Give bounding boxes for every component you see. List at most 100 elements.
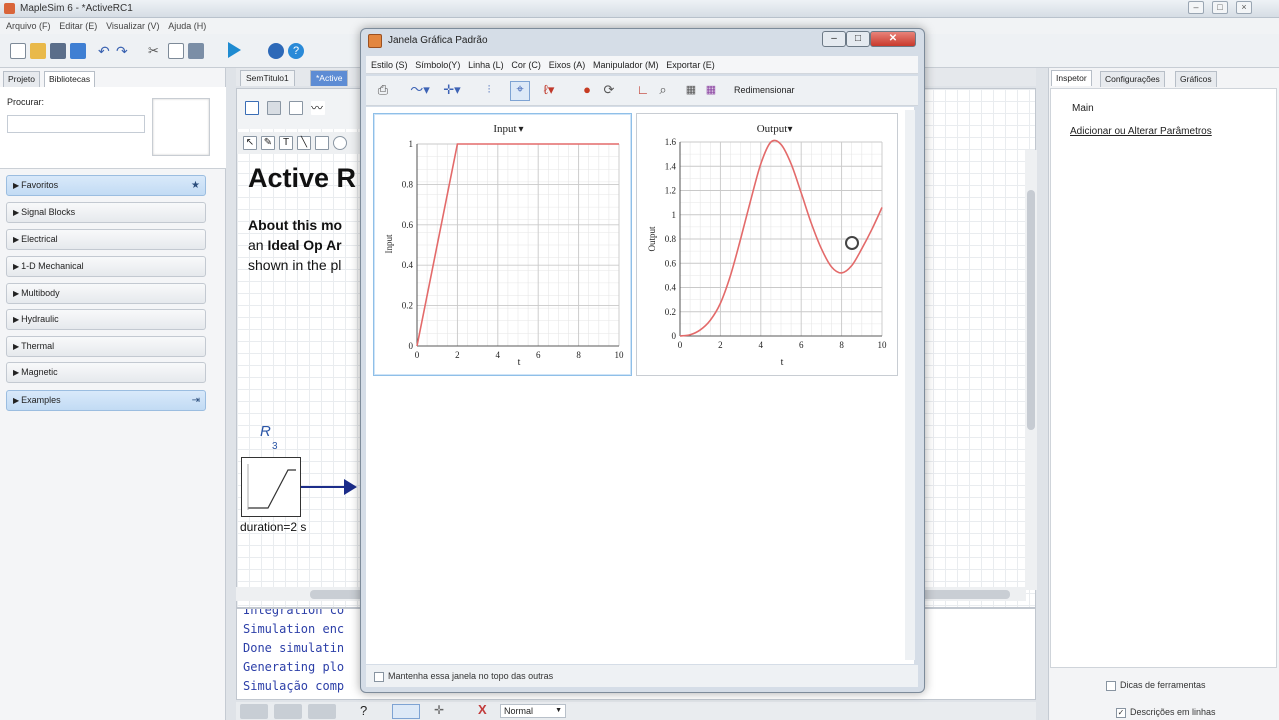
menu-estilo[interactable]: Estilo (S) xyxy=(371,60,408,70)
help-icon[interactable]: ? xyxy=(360,703,367,718)
tab-active[interactable]: *Active xyxy=(310,70,349,86)
scroll-thumb[interactable] xyxy=(1027,190,1035,430)
pen-icon[interactable]: ✎ xyxy=(261,136,275,150)
axes-style-icon[interactable]: ℓ▾ xyxy=(536,83,562,97)
library-item-favoritos[interactable]: ▶ Favoritos ★ xyxy=(6,175,206,196)
menu-manipulador[interactable]: Manipulador (M) xyxy=(593,60,659,70)
search-input[interactable] xyxy=(7,115,145,133)
library-item-electrical[interactable]: ▶ Electrical xyxy=(6,229,206,250)
save-icon[interactable] xyxy=(50,43,66,59)
delete-icon[interactable]: X xyxy=(478,702,487,717)
minimize-icon[interactable]: – xyxy=(822,31,846,47)
menu-editar[interactable]: Editar (E) xyxy=(59,21,97,31)
tab-projeto[interactable]: Projeto xyxy=(3,71,40,87)
main-titlebar: MapleSim 6 - *ActiveRC1 – □ × xyxy=(0,0,1279,18)
resize-button[interactable]: Redimensionar xyxy=(734,85,795,95)
print-icon[interactable]: ⎙ xyxy=(376,83,390,97)
x-tick-label: 4 xyxy=(496,350,501,360)
edit-parameters-link[interactable]: Adicionar ou Alterar Parâmetros xyxy=(1070,126,1212,137)
menu-visualizar[interactable]: Visualizar (V) xyxy=(106,21,159,31)
document-icon[interactable] xyxy=(289,101,303,115)
menu-eixos[interactable]: Eixos (A) xyxy=(549,60,586,70)
pointer-icon[interactable]: ↖ xyxy=(243,136,257,150)
library-item-hydraulic[interactable]: ▶ Hydraulic xyxy=(6,309,206,330)
view-3-icon[interactable] xyxy=(308,704,336,719)
y-tick-label: 0.2 xyxy=(402,301,413,311)
plot-icon[interactable]: 〰 xyxy=(311,101,325,115)
cut-icon[interactable]: ✂ xyxy=(148,43,164,59)
point-probe-icon[interactable]: ⌖ xyxy=(510,81,530,101)
library-item-1d-mechanical[interactable]: ▶ 1-D Mechanical xyxy=(6,256,206,277)
grid-view-icon[interactable] xyxy=(245,101,259,115)
zoom-icon[interactable]: ⌕ xyxy=(656,83,670,97)
menu-arquivo[interactable]: Arquivo (F) xyxy=(6,21,51,31)
checkbox-checked-icon[interactable]: ✓ xyxy=(1116,707,1126,718)
checkbox-tooltips[interactable]: Dicas de ferramentas xyxy=(1106,680,1206,691)
new-file-icon[interactable] xyxy=(10,43,26,59)
chevron-down-icon: ▾ xyxy=(787,124,792,135)
view-2-icon[interactable] xyxy=(274,704,302,719)
close-icon[interactable]: ✕ xyxy=(870,31,916,47)
x-axis-label: t xyxy=(518,357,521,368)
menu-exportar[interactable]: Exportar (E) xyxy=(666,60,715,70)
undo-icon[interactable]: ↶ xyxy=(98,43,114,59)
line-style-icon[interactable]: ～▾ xyxy=(406,83,434,97)
axes-icon[interactable]: ∟ xyxy=(636,83,650,97)
y-tick-label: 0.4 xyxy=(402,260,414,270)
probe-cursor-icon[interactable] xyxy=(845,236,859,250)
tab-inspetor[interactable]: Inspetor xyxy=(1051,70,1092,86)
minimize-icon[interactable]: – xyxy=(1188,1,1204,14)
expand-arrow-icon: ▶ xyxy=(13,396,20,405)
text-tool-icon[interactable]: T xyxy=(279,136,293,150)
input-plot-panel[interactable]: Input ▾ Input t 0 2 4 6 8 10 0 0.2 0.4 0.6 0.8 1 xyxy=(373,113,632,376)
library-item-multibody[interactable]: ▶ Multibody xyxy=(6,283,206,304)
line-tool-icon[interactable]: ╲ xyxy=(297,136,311,150)
menu-simbolo[interactable]: Símbolo(Y) xyxy=(415,60,460,70)
copy-icon[interactable] xyxy=(168,43,184,59)
open-folder-icon[interactable] xyxy=(30,43,46,59)
inspector-content xyxy=(1050,88,1277,668)
graph-toolbar: ⎙ ～▾ ✛▾ ⫶ ⌖ ℓ▾ ● ⟳ ∟ ⌕ ▦ ▦ xyxy=(366,76,918,106)
grid-icon[interactable]: ▦ xyxy=(684,83,698,97)
library-item-magnetic[interactable]: ▶ Magnetic xyxy=(6,362,206,383)
canvas-vscrollbar[interactable] xyxy=(1025,150,1037,590)
tab-semtitulo1[interactable]: SemTitulo1 xyxy=(240,70,295,86)
run-simulation-icon[interactable] xyxy=(228,42,241,58)
tab-configuracoes[interactable]: Configurações xyxy=(1100,71,1165,87)
color-icon[interactable]: ● xyxy=(580,83,594,97)
checkbox-icon[interactable] xyxy=(374,671,384,682)
symbol-style-icon[interactable]: ✛▾ xyxy=(438,83,466,97)
maximize-icon[interactable]: □ xyxy=(846,31,870,47)
layout-icon[interactable] xyxy=(267,101,281,115)
maximize-icon[interactable]: □ xyxy=(1212,1,1228,14)
rectangle-tool-icon[interactable] xyxy=(315,136,329,150)
style-select-value: Normal xyxy=(504,706,534,716)
redo-icon[interactable]: ↷ xyxy=(116,43,132,59)
legend-icon[interactable]: ⫶ xyxy=(482,83,496,97)
library-item-signal-blocks[interactable]: ▶ Signal Blocks xyxy=(6,202,206,223)
ellipse-tool-icon[interactable] xyxy=(333,136,347,150)
style-select[interactable]: Normal ▼ xyxy=(500,704,566,718)
close-icon[interactable]: × xyxy=(1236,1,1252,14)
tab-bibliotecas[interactable]: Bibliotecas xyxy=(44,71,96,87)
help-bubble-icon[interactable] xyxy=(268,43,284,59)
edit-icon[interactable] xyxy=(70,43,86,59)
view-1-icon[interactable] xyxy=(240,704,268,719)
menu-ajuda[interactable]: Ajuda (H) xyxy=(168,21,206,31)
refresh-icon[interactable]: ⟳ xyxy=(602,83,616,97)
text-align-icon[interactable] xyxy=(392,704,420,719)
menu-cor[interactable]: Cor (C) xyxy=(511,60,541,70)
y-axis-label: Output xyxy=(647,226,657,252)
move-icon[interactable]: ✛ xyxy=(434,703,444,717)
menu-linha[interactable]: Linha (L) xyxy=(468,60,504,70)
checkbox-icon[interactable] xyxy=(1106,680,1116,691)
grid-minor-icon[interactable]: ▦ xyxy=(704,83,718,97)
tab-graficos[interactable]: Gráficos xyxy=(1175,71,1217,87)
library-item-examples[interactable]: ▶ Examples ⇥ xyxy=(6,390,206,411)
ramp-block[interactable] xyxy=(241,457,301,517)
paste-icon[interactable] xyxy=(188,43,204,59)
help-icon[interactable]: ? xyxy=(288,43,304,59)
checkbox-inline-descriptions[interactable]: ✓ Descrições em linhas xyxy=(1116,707,1216,718)
graph-vscrollbar[interactable] xyxy=(905,110,915,660)
library-item-thermal[interactable]: ▶ Thermal xyxy=(6,336,206,357)
